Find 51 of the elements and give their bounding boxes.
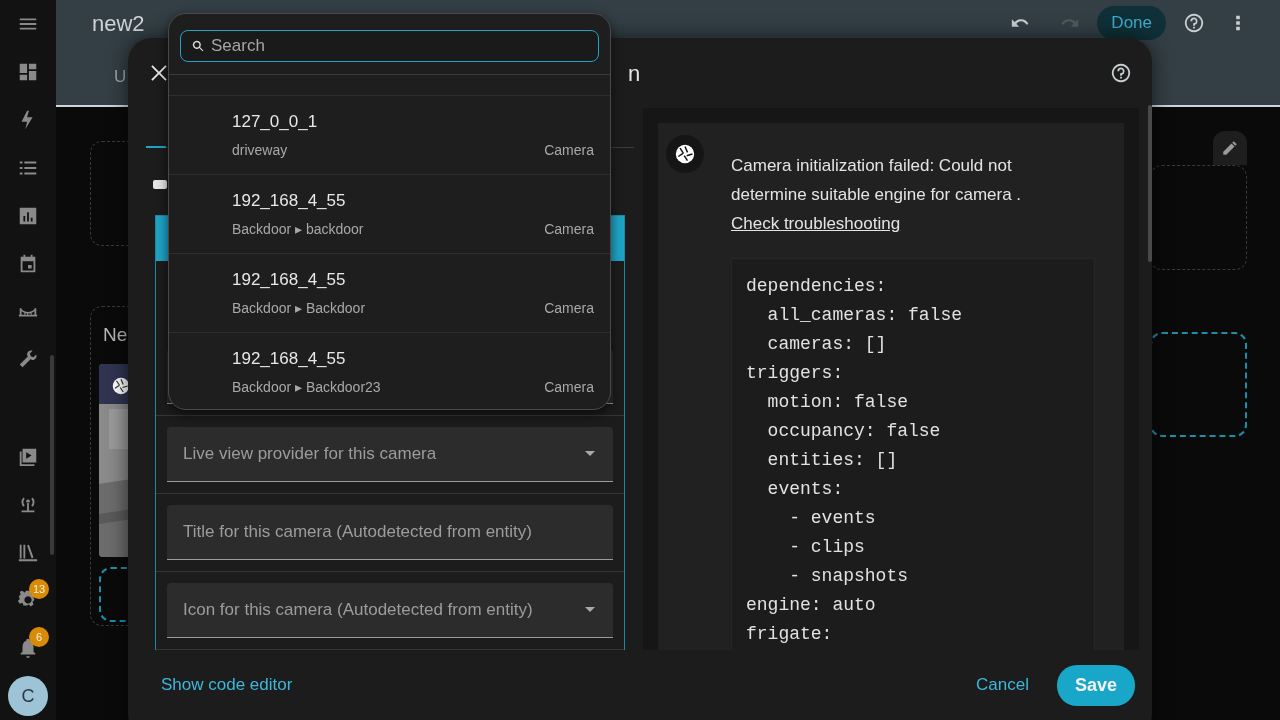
code-line: frigate: — [746, 623, 834, 646]
code-line: - events — [788, 507, 877, 530]
item-path: driveway — [232, 141, 288, 161]
dashboard-title: new2 — [92, 9, 145, 38]
header-tab[interactable]: U — [114, 64, 127, 90]
code-line: dependencies: — [746, 275, 888, 298]
code-line: engine: auto — [746, 594, 877, 617]
notification-badge: 6 — [29, 627, 49, 647]
edit-icon[interactable] — [1213, 131, 1247, 165]
caret-icon — [585, 607, 595, 613]
dashboard-icon[interactable] — [17, 61, 39, 83]
troubleshooting-link[interactable]: Check troubleshooting — [731, 214, 901, 233]
aperture-icon — [112, 376, 130, 395]
chart-icon[interactable] — [17, 205, 39, 227]
code-line: triggers: — [746, 362, 845, 385]
dropdown-item[interactable]: 192_168_4_55 Backdoor ▸ backdoor Camera — [169, 174, 610, 253]
item-type: Camera — [544, 141, 594, 161]
code-line: occupancy: false — [766, 420, 942, 443]
select-field[interactable]: Live view provider for this camera — [167, 427, 613, 482]
select-field[interactable]: Icon for this camera (Autodetected from entity) — [167, 583, 613, 638]
code-editor-link[interactable]: Show code editor — [161, 672, 293, 698]
code-line: - snapshots — [788, 565, 909, 588]
item-path: Backdoor ▸ Backdoor23 — [232, 378, 381, 398]
card-title: Ne — [103, 323, 129, 347]
code-line: events: — [766, 478, 845, 501]
item-type: Camera — [544, 299, 594, 319]
caret-icon — [585, 451, 595, 457]
notification-badge: 13 — [29, 579, 50, 599]
user-avatar[interactable]: C — [8, 676, 48, 716]
code-line: all_cameras: false — [766, 304, 964, 327]
dropdown-item[interactable]: 127_0_0_1 driveway Camera — [169, 95, 610, 174]
code-line: - clips — [788, 536, 866, 559]
code-line: entities: [] — [766, 449, 899, 472]
done-button[interactable]: Done — [1097, 6, 1166, 40]
code-line: cameras: [] — [766, 333, 888, 356]
dropdown-item[interactable]: 192_168_4_55 Backdoor ▸ Backdoor23 Camera — [169, 332, 610, 409]
error-message: Camera initialization failed: Could not determine suitable engine for camera . — [731, 155, 1023, 206]
item-path: Backdoor ▸ backdoor — [232, 220, 364, 240]
tab-indicator — [146, 146, 166, 148]
dialog-title: n — [628, 59, 641, 88]
input-field[interactable]: Title for this camera (Autodetected from entity) — [167, 505, 613, 560]
switch-handle[interactable] — [153, 180, 167, 189]
search-icon — [191, 39, 205, 53]
cancel-button[interactable]: Cancel — [976, 672, 1029, 698]
item-path: Backdoor ▸ Backdoor — [232, 299, 366, 319]
item-type: Camera — [544, 220, 594, 240]
code-line: motion: false — [766, 391, 909, 414]
dropdown-item[interactable]: 192_168_4_55 Backdoor ▸ Backdoor Camera — [169, 253, 610, 332]
aperture-icon — [666, 135, 704, 173]
item-type: Camera — [544, 378, 594, 398]
search-field[interactable]: Search — [180, 30, 599, 62]
